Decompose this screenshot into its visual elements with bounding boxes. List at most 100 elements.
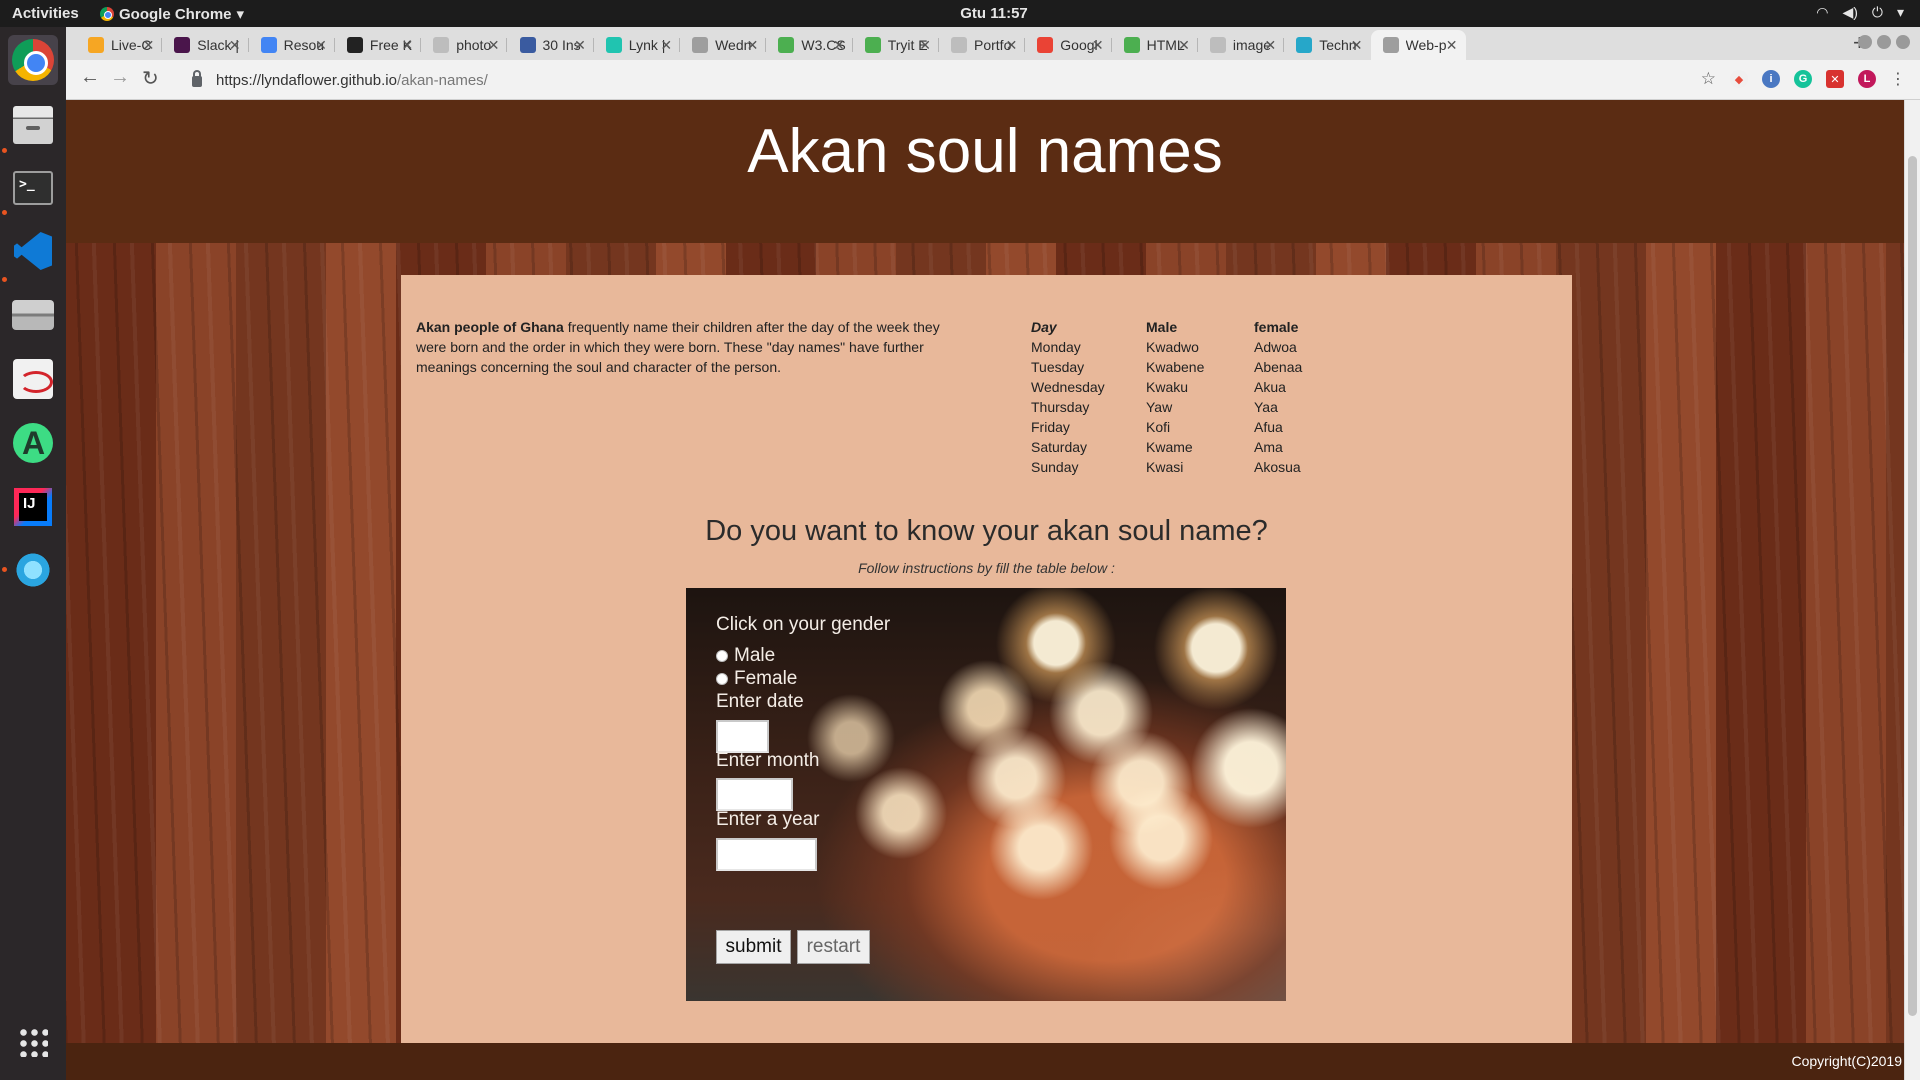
month-input[interactable]: [716, 778, 793, 811]
close-tab-icon[interactable]: ✕: [1178, 37, 1190, 54]
table-cell-female: Adwoa: [1254, 339, 1297, 355]
close-tab-icon[interactable]: ✕: [488, 37, 500, 54]
forward-button[interactable]: →: [110, 66, 130, 89]
dock-files[interactable]: [8, 100, 58, 150]
close-tab-icon[interactable]: ✕: [833, 37, 845, 54]
tab-15[interactable]: Web-p ✕: [1370, 30, 1466, 60]
close-tab-icon[interactable]: ✕: [1446, 37, 1458, 54]
table-header-female: female: [1254, 319, 1299, 335]
page-scrollbar[interactable]: [1904, 100, 1920, 1080]
restart-button[interactable]: restart: [797, 930, 870, 964]
address-bar[interactable]: https://lyndaflower.github.io/akan-names…: [174, 66, 1774, 94]
tab-5[interactable]: 30 Ins ✕: [508, 30, 594, 60]
table-row: Friday Kofi Afua: [1031, 417, 1302, 437]
extension-icon[interactable]: ✕: [1826, 70, 1844, 88]
table-cell-male: Kwasi: [1146, 459, 1184, 475]
extension-icon[interactable]: i: [1762, 70, 1780, 88]
favicon-icon: [1037, 37, 1054, 53]
window-controls: [1858, 35, 1910, 49]
tab-3[interactable]: Free K ✕: [335, 30, 422, 60]
tab-8[interactable]: W3.CS ✕: [766, 30, 853, 60]
show-applications-button[interactable]: [8, 1017, 58, 1067]
favicon-icon: [1209, 37, 1226, 53]
lock-icon: [192, 70, 202, 87]
tab-7[interactable]: Wedn ✕: [680, 30, 767, 60]
female-radio-button[interactable]: [716, 673, 728, 685]
menu-icon[interactable]: ⋮: [1890, 69, 1906, 89]
tab-title: Web-p: [1405, 37, 1447, 53]
favicon-icon: [1382, 37, 1399, 53]
close-tab-icon[interactable]: ✕: [1006, 37, 1018, 54]
bookmark-star-icon[interactable]: ☆: [1701, 69, 1716, 89]
favicon-icon: [1123, 37, 1140, 53]
tab-0[interactable]: Live-C ✕: [76, 30, 163, 60]
tab-12[interactable]: HTML ✕: [1112, 30, 1198, 60]
tab-9[interactable]: Tryit E ✕: [853, 30, 939, 60]
close-tab-icon[interactable]: ✕: [315, 37, 327, 54]
table-header-male: Male: [1146, 319, 1178, 335]
dock-splash-app[interactable]: [8, 545, 58, 595]
profile-avatar[interactable]: L: [1858, 70, 1876, 88]
system-tray[interactable]: ◠ ◀) ⏻ ▾: [1816, 4, 1904, 21]
volume-icon: ◀): [1842, 4, 1858, 20]
close-tab-icon[interactable]: ✕: [660, 37, 672, 54]
favicon-icon: [1296, 37, 1313, 53]
day-names-table: Day Male female Monday Kwadwo Adwoa Tuesday…: [1031, 317, 1302, 477]
dock-intellij[interactable]: IJ: [8, 482, 58, 532]
dock-chrome[interactable]: [8, 35, 58, 85]
close-tab-icon[interactable]: ✕: [1351, 37, 1363, 54]
dock-android-studio[interactable]: [8, 418, 58, 468]
system-top-bar: Activities Google Chrome ▾ Gtu 11:57 ◠ ◀…: [0, 0, 1920, 27]
favicon-icon: [519, 37, 536, 53]
android-studio-icon: [13, 423, 53, 463]
table-row: Monday Kwadwo Adwoa: [1031, 337, 1302, 357]
dock-vscode[interactable]: [8, 226, 58, 276]
maximize-button[interactable]: [1877, 35, 1891, 49]
male-radio-button[interactable]: [716, 650, 728, 662]
favicon-icon: [605, 37, 622, 53]
scrollbar-thumb[interactable]: [1908, 156, 1917, 1016]
tab-1[interactable]: Slack | ✕: [162, 30, 249, 60]
close-tab-icon[interactable]: ✕: [1092, 37, 1104, 54]
date-input[interactable]: [716, 720, 769, 753]
table-cell-male: Kwaku: [1146, 379, 1189, 395]
close-tab-icon[interactable]: ✕: [574, 37, 586, 54]
tab-10[interactable]: Portfo ✕: [939, 30, 1026, 60]
tab-13[interactable]: image ✕: [1198, 30, 1285, 60]
close-tab-icon[interactable]: ✕: [919, 37, 931, 54]
table-cell-day: Monday: [1031, 339, 1081, 355]
close-tab-icon[interactable]: ✕: [229, 37, 241, 54]
tab-4[interactable]: photo ✕: [421, 30, 508, 60]
back-button[interactable]: ←: [80, 66, 100, 89]
table-cell-female: Abenaa: [1254, 359, 1303, 375]
month-label: Enter month: [716, 750, 820, 771]
close-tab-icon[interactable]: ✕: [401, 37, 413, 54]
tab-14[interactable]: Techn ✕: [1284, 30, 1370, 60]
minimize-button[interactable]: [1858, 35, 1872, 49]
table-cell-day: Sunday: [1031, 459, 1079, 475]
close-tab-icon[interactable]: ✕: [1264, 37, 1276, 54]
table-cell-female: Akosua: [1254, 459, 1301, 475]
submit-button[interactable]: submit: [716, 930, 791, 964]
tab-2[interactable]: Resou ✕: [249, 30, 335, 60]
close-tab-icon[interactable]: ✕: [143, 37, 155, 54]
dock-terminal[interactable]: >_: [8, 163, 58, 213]
grammarly-icon[interactable]: G: [1794, 70, 1812, 88]
system-clock[interactable]: Gtu 11:57: [0, 5, 1920, 22]
tab-11[interactable]: Googl ✕: [1025, 30, 1112, 60]
year-input[interactable]: [716, 838, 817, 871]
dock-document-viewer[interactable]: [8, 354, 58, 404]
dock-scanner[interactable]: [8, 290, 58, 340]
female-radio-label: Female: [734, 668, 798, 689]
table-cell-day: Saturday: [1031, 439, 1088, 455]
extension-icon[interactable]: ◆: [1730, 70, 1748, 88]
female-radio[interactable]: Female: [716, 668, 797, 690]
close-tab-icon[interactable]: ✕: [747, 37, 759, 54]
reload-button[interactable]: ↻: [142, 66, 159, 91]
close-window-button[interactable]: [1896, 35, 1910, 49]
male-radio[interactable]: Male: [716, 645, 775, 667]
tab-6[interactable]: Lynk | ✕: [594, 30, 681, 60]
intellij-icon: IJ: [14, 488, 52, 526]
table-cell-male: Kwabene: [1146, 359, 1205, 375]
table-row: Saturday Kwame Ama: [1031, 437, 1302, 457]
